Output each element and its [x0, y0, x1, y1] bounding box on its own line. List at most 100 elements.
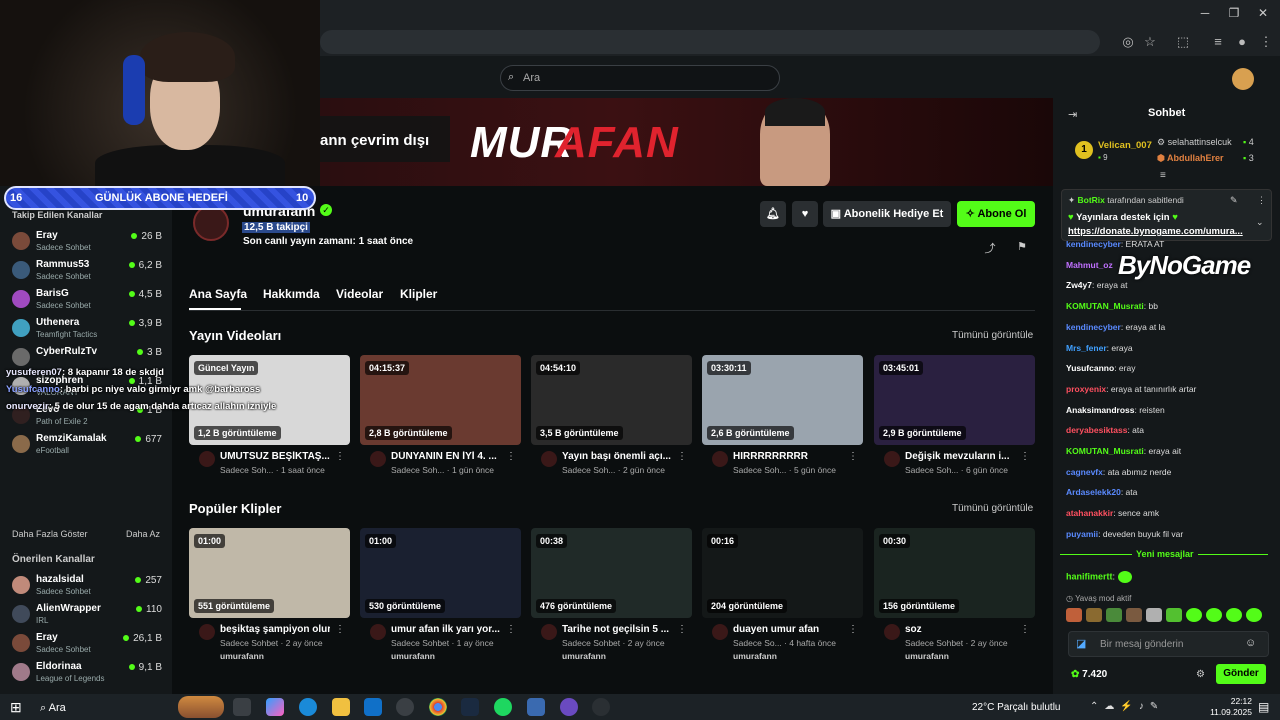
chat-username[interactable]: Anaksimandross	[1066, 405, 1135, 415]
tab-about[interactable]: Hakkımda	[263, 287, 320, 301]
follow-heart-icon[interactable]: ♥	[792, 201, 818, 227]
more-options-icon[interactable]: ⋮	[848, 451, 858, 462]
clip-thumbnail[interactable]: 01:00 551 görüntüleme	[189, 528, 350, 618]
task-view-icon[interactable]	[233, 698, 251, 716]
chat-username[interactable]: atahanakkir	[1066, 508, 1113, 518]
avatar[interactable]	[541, 451, 557, 467]
windows-start-icon[interactable]: ⊞	[10, 699, 22, 716]
menu-icon[interactable]: ⋮	[1258, 34, 1274, 50]
report-user-icon[interactable]: ⚑	[1015, 240, 1029, 254]
video-thumbnail[interactable]: 03:45:01 2,9 B görüntüleme	[874, 355, 1035, 445]
video-thumbnail[interactable]: Güncel Yayın 1,2 B görüntüleme	[189, 355, 350, 445]
collapse-chat-icon[interactable]: ⇥	[1068, 108, 1077, 121]
notifications-icon[interactable]: ▤	[1258, 700, 1269, 714]
discord-icon[interactable]	[560, 698, 578, 716]
clip-title[interactable]: Tarihe not geçilsin 5 ...	[562, 624, 672, 635]
avatar[interactable]	[370, 624, 386, 640]
maximize-icon[interactable]: ❐	[1225, 6, 1243, 22]
chat-username[interactable]: Mahmut_oz	[1066, 260, 1113, 270]
chat-username[interactable]: Zw4y7	[1066, 280, 1092, 290]
sidebar-channel-uthenera[interactable]: Uthenera Teamfight Tactics 3,9 B	[12, 315, 162, 343]
weather-widget[interactable]: 22°C Parçalı bulutlu	[972, 702, 1061, 713]
show-less-link[interactable]: Daha Az	[126, 529, 160, 539]
eye-off-icon[interactable]: ◎	[1120, 34, 1136, 50]
xbox-icon[interactable]	[396, 698, 414, 716]
sidebar-channel-barisg[interactable]: BarisG Sadece Sohbet 4,5 B	[12, 286, 162, 314]
chat-username[interactable]: deryabesiktass	[1066, 425, 1127, 435]
clip-thumbnail[interactable]: 00:38 476 görüntüleme	[531, 528, 692, 618]
avatar[interactable]	[884, 451, 900, 467]
avatar[interactable]	[370, 451, 386, 467]
more-options-icon[interactable]: ⋮	[677, 624, 687, 635]
video-thumbnail[interactable]: 04:54:10 3,5 B görüntüleme	[531, 355, 692, 445]
video-title[interactable]: UMUTSUZ BEŞİKTAŞ...	[220, 451, 330, 462]
avatar[interactable]	[199, 451, 215, 467]
app-icon[interactable]	[527, 698, 545, 716]
clips-see-all[interactable]: Tümünü görüntüle	[952, 503, 1033, 514]
more-options-icon[interactable]: ⋮	[506, 451, 516, 462]
file-explorer-icon[interactable]	[332, 698, 350, 716]
notification-bell-icon[interactable]: 🔔︎	[760, 201, 786, 227]
more-options-icon[interactable]: ⋮	[848, 624, 858, 635]
avatar[interactable]	[884, 624, 900, 640]
sidebar-channel-alienwrapper[interactable]: AlienWrapper IRL 110	[12, 601, 162, 629]
address-bar[interactable]	[320, 30, 1100, 54]
emote-bar[interactable]	[1066, 608, 1266, 624]
steam-icon[interactable]	[461, 698, 479, 716]
obs-icon[interactable]	[592, 698, 610, 716]
chat-username[interactable]: cagnevfx	[1066, 467, 1103, 477]
avatar[interactable]	[199, 624, 215, 640]
videos-see-all[interactable]: Tümünü görüntüle	[952, 330, 1033, 341]
outlook-icon[interactable]	[364, 698, 382, 716]
gear-icon[interactable]: ⚙	[1196, 669, 1205, 680]
chat-username[interactable]: Ardaselekk20	[1066, 487, 1121, 497]
chat-username[interactable]: Yusufcanno	[1066, 363, 1114, 373]
tab-home[interactable]: Ana Sayfa	[189, 287, 247, 301]
video-thumbnail[interactable]: 04:15:37 2,8 B görüntüleme	[360, 355, 521, 445]
sidebar-channel-eray[interactable]: Eray Sadece Sohbet 26,1 B	[12, 630, 162, 658]
clip-thumbnail[interactable]: 00:16 204 görüntüleme	[702, 528, 863, 618]
sidebar-channel-hazalsidal[interactable]: hazalsidal Sadece Sohbet 257	[12, 572, 162, 600]
copilot-icon[interactable]	[266, 698, 284, 716]
tab-clips[interactable]: Klipler	[400, 287, 437, 301]
chat-username[interactable]: proxyenix	[1066, 384, 1106, 394]
chrome-icon[interactable]	[429, 698, 447, 716]
more-options-icon[interactable]: ⋮	[1020, 624, 1030, 635]
video-title[interactable]: Değişik mevzuların i...	[905, 451, 1015, 462]
chat-username[interactable]: KOMUTAN_Musrati	[1066, 301, 1144, 311]
avatar[interactable]	[712, 451, 728, 467]
clip-thumbnail[interactable]: 00:30 156 görüntüleme	[874, 528, 1035, 618]
more-options-icon[interactable]: ⋮	[506, 624, 516, 635]
top-gifter-name[interactable]: ⚙ selahattinselcuk	[1157, 137, 1232, 148]
chat-username[interactable]: KOMUTAN_Musrati	[1066, 446, 1144, 456]
more-options-icon[interactable]: ⋮	[1257, 195, 1266, 206]
video-title[interactable]: HIRRRRRRRRR	[733, 451, 843, 462]
sidebar-channel-eray[interactable]: Eray Sadece Sohbet 26 B	[12, 228, 162, 256]
expand-leaderboard-icon[interactable]: ≡	[1160, 170, 1166, 181]
share-icon[interactable]: ⤴	[983, 240, 997, 255]
search-input[interactable]: Ara	[500, 65, 780, 91]
chat-username[interactable]: kendinecyber	[1066, 322, 1121, 332]
profile-icon[interactable]: ●	[1234, 34, 1250, 50]
subscribe-button[interactable]: ✧ Abone Ol	[957, 201, 1035, 227]
chat-username[interactable]: puyamii	[1066, 529, 1098, 539]
sidebar-channel-rammus53[interactable]: Rammus53 Sadece Sohbet 6,2 B	[12, 257, 162, 285]
tab-videos[interactable]: Videolar	[336, 287, 383, 301]
video-title[interactable]: Yayın başı önemli açı...	[562, 451, 672, 462]
video-thumbnail[interactable]: 03:30:11 2,6 B görüntüleme	[702, 355, 863, 445]
clip-title[interactable]: beşiktaş şampiyon olur	[220, 624, 330, 635]
avatar[interactable]	[541, 624, 557, 640]
avatar[interactable]	[712, 624, 728, 640]
more-options-icon[interactable]: ⋮	[335, 624, 345, 635]
edge-icon[interactable]	[299, 698, 317, 716]
chat-settings-icon[interactable]: ◪	[1076, 637, 1086, 650]
minimize-icon[interactable]: ─	[1196, 6, 1214, 22]
pin-icon[interactable]: ✎	[1230, 195, 1238, 206]
channel-avatar[interactable]	[193, 205, 229, 241]
media-icon[interactable]: ≡	[1210, 34, 1226, 50]
avatar[interactable]	[1232, 68, 1254, 90]
send-button[interactable]: Gönder	[1216, 664, 1266, 684]
emoji-icon[interactable]: ☺	[1245, 637, 1256, 649]
sidebar-channel-remzikamalak[interactable]: RemziKamalak eFootball 677	[12, 431, 162, 459]
gift-sub-button[interactable]: ▣ Abonelik Hediye Et	[823, 201, 951, 227]
